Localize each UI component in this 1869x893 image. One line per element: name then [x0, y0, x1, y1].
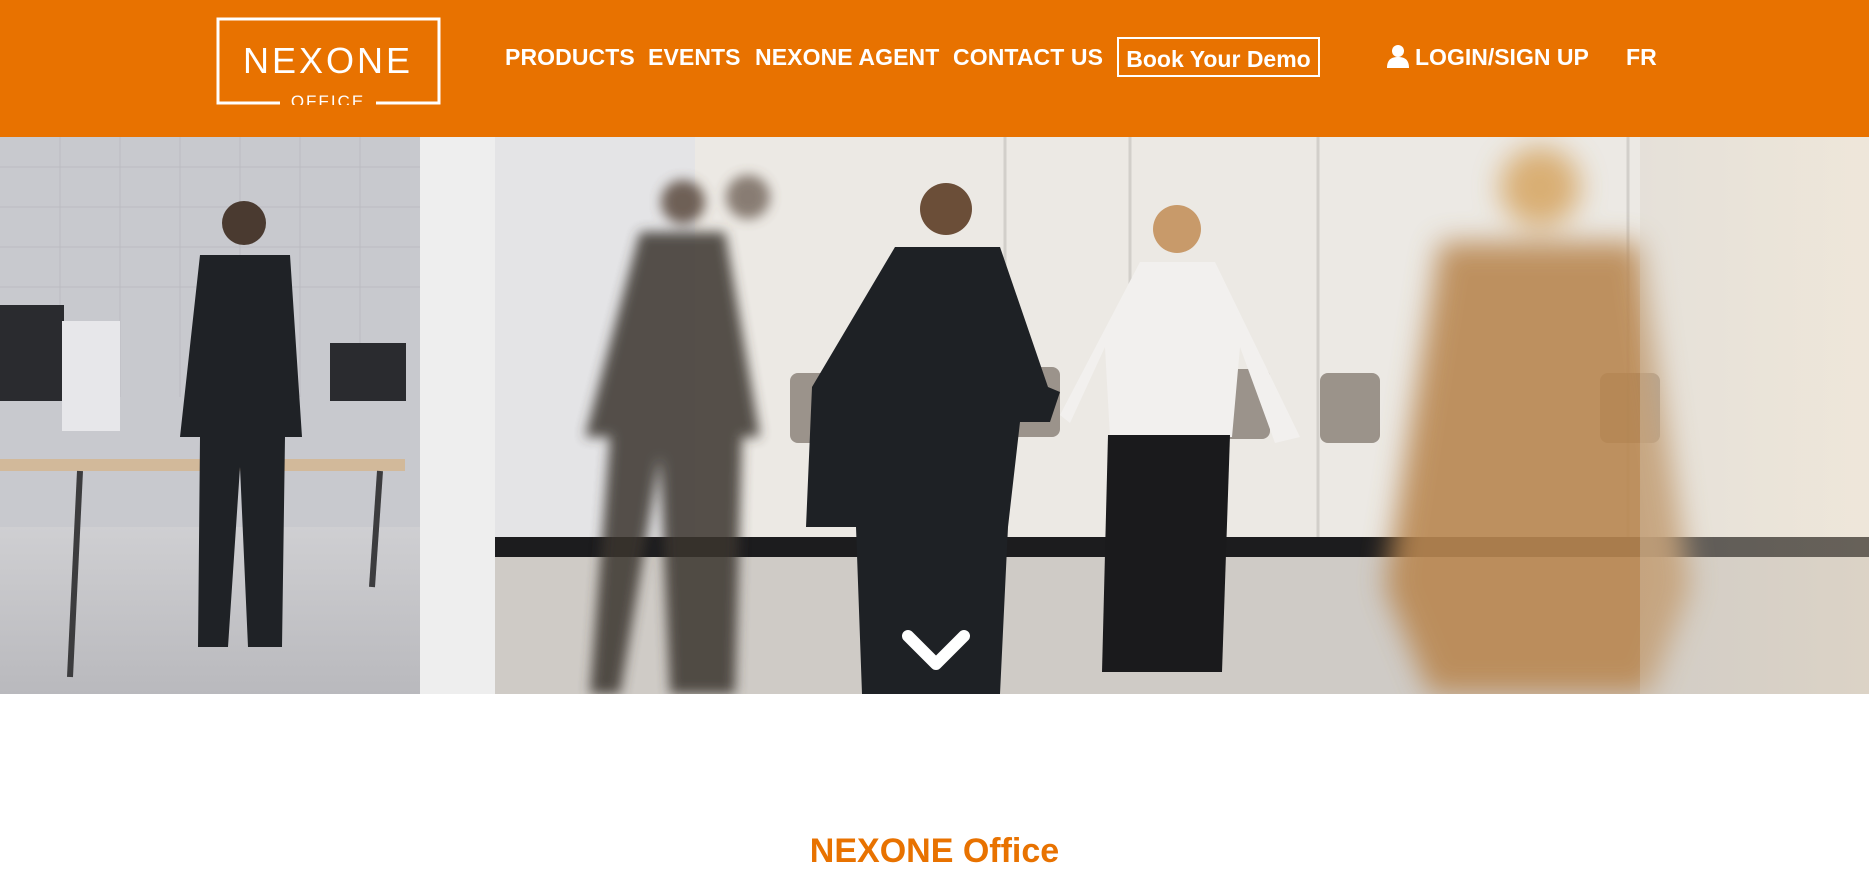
nav-nexone-agent[interactable]: NEXONE AGENT: [755, 44, 939, 71]
nav-products[interactable]: PRODUCTS: [505, 44, 635, 71]
user-icon: [1387, 45, 1409, 68]
language-switch-fr[interactable]: FR: [1626, 44, 1657, 71]
page-title: NEXONE Office: [809, 832, 1060, 870]
main-nav: PRODUCTS EVENTS NEXONE AGENT CONTACT US …: [0, 0, 1869, 117]
hero-office-scene: [0, 137, 1869, 694]
site-header: NEXONE OFFICE PRODUCTS EVENTS NEXONE AGE…: [0, 0, 1869, 137]
nav-events[interactable]: EVENTS: [648, 44, 741, 71]
login-signup-link[interactable]: LOGIN/SIGN UP: [1387, 44, 1589, 71]
login-label: LOGIN/SIGN UP: [1415, 44, 1589, 70]
hero-banner-image: [0, 137, 1869, 694]
book-demo-button[interactable]: Book Your Demo: [1117, 37, 1320, 77]
nav-contact-us[interactable]: CONTACT US: [953, 44, 1103, 71]
chevron-down-icon[interactable]: [900, 628, 972, 676]
